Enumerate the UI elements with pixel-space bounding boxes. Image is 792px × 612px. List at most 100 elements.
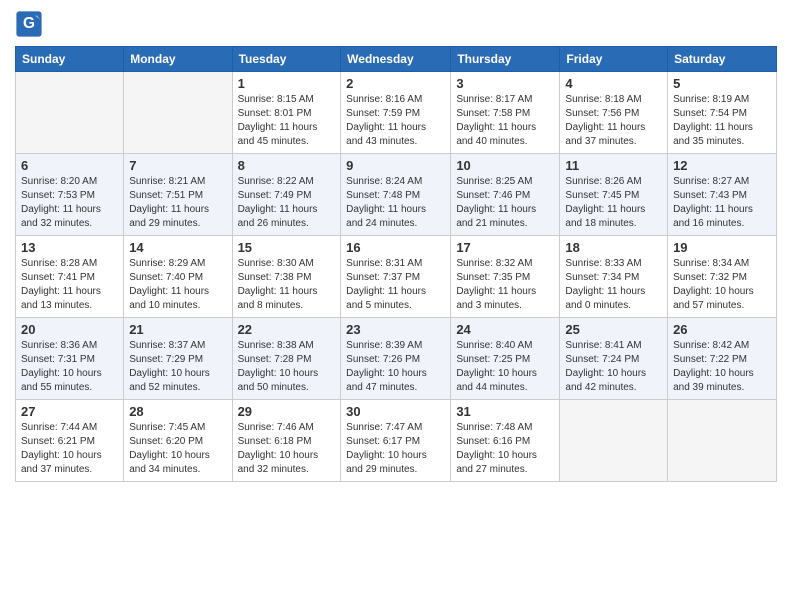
calendar-cell: 29Sunrise: 7:46 AMSunset: 6:18 PMDayligh… xyxy=(232,400,341,482)
day-info: Sunrise: 7:45 AMSunset: 6:20 PMDaylight:… xyxy=(129,421,226,477)
header: G xyxy=(15,10,777,38)
day-header-sunday: Sunday xyxy=(16,47,124,72)
day-number: 9 xyxy=(346,158,445,173)
day-info: Sunrise: 7:48 AMSunset: 6:16 PMDaylight:… xyxy=(456,421,554,477)
calendar-cell: 23Sunrise: 8:39 AMSunset: 7:26 PMDayligh… xyxy=(341,318,451,400)
day-number: 27 xyxy=(21,404,118,419)
calendar-cell: 26Sunrise: 8:42 AMSunset: 7:22 PMDayligh… xyxy=(668,318,777,400)
calendar-cell: 8 Sunrise: 8:22 AMSunset: 7:49 PMDaylight… xyxy=(232,154,341,236)
day-info: Sunrise: 8:36 AMSunset: 7:31 PMDaylight:… xyxy=(21,339,118,395)
day-number: 22 xyxy=(238,322,336,337)
calendar-cell: 17 Sunrise: 8:32 AMSunset: 7:35 PMDayligh… xyxy=(451,236,560,318)
calendar-cell: 12 Sunrise: 8:27 AMSunset: 7:43 PMDayligh… xyxy=(668,154,777,236)
calendar-cell: 20Sunrise: 8:36 AMSunset: 7:31 PMDayligh… xyxy=(16,318,124,400)
calendar-cell: 16 Sunrise: 8:31 AMSunset: 7:37 PMDayligh… xyxy=(341,236,451,318)
calendar-cell: 14 Sunrise: 8:29 AMSunset: 7:40 PMDayligh… xyxy=(124,236,232,318)
calendar-table: SundayMondayTuesdayWednesdayThursdayFrid… xyxy=(15,46,777,482)
calendar-cell: 24 Sunrise: 8:40 AMSunset: 7:25 PMDayligh… xyxy=(451,318,560,400)
header-row: SundayMondayTuesdayWednesdayThursdayFrid… xyxy=(16,47,777,72)
day-number: 3 xyxy=(456,76,554,91)
day-info: Sunrise: 8:27 AMSunset: 7:43 PMDaylight:… xyxy=(673,175,771,231)
calendar-cell: 27 Sunrise: 7:44 AMSunset: 6:21 PMDayligh… xyxy=(16,400,124,482)
calendar-cell: 5 Sunrise: 8:19 AMSunset: 7:54 PMDaylight… xyxy=(668,72,777,154)
day-header-wednesday: Wednesday xyxy=(341,47,451,72)
day-info: Sunrise: 8:32 AMSunset: 7:35 PMDaylight:… xyxy=(456,257,554,313)
day-info: Sunrise: 8:24 AMSunset: 7:48 PMDaylight:… xyxy=(346,175,445,231)
calendar-cell: 28 Sunrise: 7:45 AMSunset: 6:20 PMDayligh… xyxy=(124,400,232,482)
day-number: 12 xyxy=(673,158,771,173)
calendar-cell: 30 Sunrise: 7:47 AMSunset: 6:17 PMDayligh… xyxy=(341,400,451,482)
day-number: 14 xyxy=(129,240,226,255)
calendar-cell xyxy=(16,72,124,154)
day-info: Sunrise: 8:30 AMSunset: 7:38 PMDaylight:… xyxy=(238,257,336,313)
day-number: 5 xyxy=(673,76,771,91)
calendar-cell: 18 Sunrise: 8:33 AMSunset: 7:34 PMDayligh… xyxy=(560,236,668,318)
day-info: Sunrise: 8:29 AMSunset: 7:40 PMDaylight:… xyxy=(129,257,226,313)
day-header-tuesday: Tuesday xyxy=(232,47,341,72)
day-number: 13 xyxy=(21,240,118,255)
calendar-cell: 6Sunrise: 8:20 AMSunset: 7:53 PMDaylight… xyxy=(16,154,124,236)
calendar-cell: 25 Sunrise: 8:41 AMSunset: 7:24 PMDayligh… xyxy=(560,318,668,400)
day-info: Sunrise: 8:21 AMSunset: 7:51 PMDaylight:… xyxy=(129,175,226,231)
day-info: Sunrise: 8:41 AMSunset: 7:24 PMDaylight:… xyxy=(565,339,662,395)
calendar-cell: 11 Sunrise: 8:26 AMSunset: 7:45 PMDayligh… xyxy=(560,154,668,236)
calendar-cell xyxy=(560,400,668,482)
page: G SundayMondayTuesdayWednesdayThursdayFr… xyxy=(0,0,792,492)
day-number: 30 xyxy=(346,404,445,419)
day-info: Sunrise: 8:28 AMSunset: 7:41 PMDaylight:… xyxy=(21,257,118,313)
week-row-5: 27 Sunrise: 7:44 AMSunset: 6:21 PMDayligh… xyxy=(16,400,777,482)
day-number: 11 xyxy=(565,158,662,173)
day-number: 19 xyxy=(673,240,771,255)
week-row-4: 20Sunrise: 8:36 AMSunset: 7:31 PMDayligh… xyxy=(16,318,777,400)
week-row-1: 1Sunrise: 8:15 AMSunset: 8:01 PMDaylight… xyxy=(16,72,777,154)
day-info: Sunrise: 8:31 AMSunset: 7:37 PMDaylight:… xyxy=(346,257,445,313)
day-number: 25 xyxy=(565,322,662,337)
day-number: 16 xyxy=(346,240,445,255)
day-number: 8 xyxy=(238,158,336,173)
calendar-cell: 15 Sunrise: 8:30 AMSunset: 7:38 PMDayligh… xyxy=(232,236,341,318)
day-number: 15 xyxy=(238,240,336,255)
day-header-friday: Friday xyxy=(560,47,668,72)
day-number: 6 xyxy=(21,158,118,173)
day-info: Sunrise: 8:26 AMSunset: 7:45 PMDaylight:… xyxy=(565,175,662,231)
day-number: 28 xyxy=(129,404,226,419)
day-number: 24 xyxy=(456,322,554,337)
day-info: Sunrise: 8:33 AMSunset: 7:34 PMDaylight:… xyxy=(565,257,662,313)
day-info: Sunrise: 8:15 AMSunset: 8:01 PMDaylight:… xyxy=(238,93,336,149)
day-number: 17 xyxy=(456,240,554,255)
day-info: Sunrise: 8:19 AMSunset: 7:54 PMDaylight:… xyxy=(673,93,771,149)
day-number: 29 xyxy=(238,404,336,419)
calendar-cell: 13 Sunrise: 8:28 AMSunset: 7:41 PMDayligh… xyxy=(16,236,124,318)
day-info: Sunrise: 8:40 AMSunset: 7:25 PMDaylight:… xyxy=(456,339,554,395)
day-info: Sunrise: 8:38 AMSunset: 7:28 PMDaylight:… xyxy=(238,339,336,395)
logo: G xyxy=(15,10,47,38)
calendar-cell: 21 Sunrise: 8:37 AMSunset: 7:29 PMDayligh… xyxy=(124,318,232,400)
logo-icon: G xyxy=(15,10,43,38)
day-number: 7 xyxy=(129,158,226,173)
day-info: Sunrise: 8:16 AMSunset: 7:59 PMDaylight:… xyxy=(346,93,445,149)
week-row-2: 6Sunrise: 8:20 AMSunset: 7:53 PMDaylight… xyxy=(16,154,777,236)
day-header-thursday: Thursday xyxy=(451,47,560,72)
day-number: 21 xyxy=(129,322,226,337)
calendar-cell: 19Sunrise: 8:34 AMSunset: 7:32 PMDayligh… xyxy=(668,236,777,318)
day-info: Sunrise: 8:22 AMSunset: 7:49 PMDaylight:… xyxy=(238,175,336,231)
calendar-cell: 9 Sunrise: 8:24 AMSunset: 7:48 PMDaylight… xyxy=(341,154,451,236)
day-info: Sunrise: 8:37 AMSunset: 7:29 PMDaylight:… xyxy=(129,339,226,395)
day-info: Sunrise: 8:42 AMSunset: 7:22 PMDaylight:… xyxy=(673,339,771,395)
calendar-cell: 7 Sunrise: 8:21 AMSunset: 7:51 PMDaylight… xyxy=(124,154,232,236)
day-info: Sunrise: 7:47 AMSunset: 6:17 PMDaylight:… xyxy=(346,421,445,477)
svg-text:G: G xyxy=(23,15,35,32)
day-number: 31 xyxy=(456,404,554,419)
day-number: 18 xyxy=(565,240,662,255)
day-info: Sunrise: 7:44 AMSunset: 6:21 PMDaylight:… xyxy=(21,421,118,477)
calendar-cell: 3 Sunrise: 8:17 AMSunset: 7:58 PMDaylight… xyxy=(451,72,560,154)
calendar-cell: 1Sunrise: 8:15 AMSunset: 8:01 PMDaylight… xyxy=(232,72,341,154)
calendar-cell: 10Sunrise: 8:25 AMSunset: 7:46 PMDayligh… xyxy=(451,154,560,236)
day-info: Sunrise: 8:18 AMSunset: 7:56 PMDaylight:… xyxy=(565,93,662,149)
calendar-cell: 2Sunrise: 8:16 AMSunset: 7:59 PMDaylight… xyxy=(341,72,451,154)
day-header-monday: Monday xyxy=(124,47,232,72)
day-info: Sunrise: 8:17 AMSunset: 7:58 PMDaylight:… xyxy=(456,93,554,149)
day-info: Sunrise: 8:25 AMSunset: 7:46 PMDaylight:… xyxy=(456,175,554,231)
day-number: 23 xyxy=(346,322,445,337)
calendar-cell: 4Sunrise: 8:18 AMSunset: 7:56 PMDaylight… xyxy=(560,72,668,154)
